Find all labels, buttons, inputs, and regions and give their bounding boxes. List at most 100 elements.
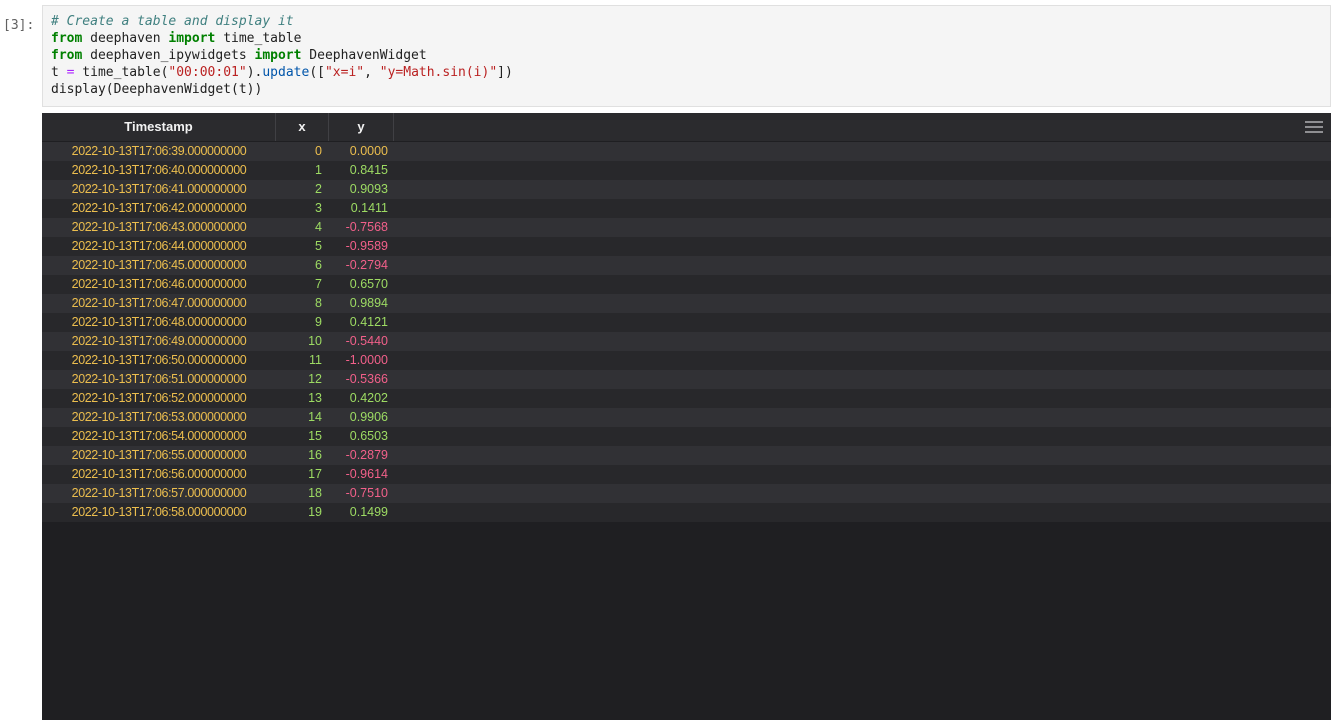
- cell-timestamp[interactable]: 2022-10-13T17:06:43.000000000: [42, 218, 276, 237]
- code-cell[interactable]: # Create a table and display itfrom deep…: [42, 5, 1331, 107]
- table-row[interactable]: 2022-10-13T17:06:56.00000000017-0.9614: [42, 465, 1331, 484]
- cell-x[interactable]: 1: [276, 161, 329, 180]
- cell-timestamp[interactable]: 2022-10-13T17:06:39.000000000: [42, 142, 276, 161]
- cell-x[interactable]: 16: [276, 446, 329, 465]
- table-row[interactable]: 2022-10-13T17:06:41.00000000020.9093: [42, 180, 1331, 199]
- cell-y[interactable]: 0.1499: [329, 503, 394, 522]
- column-header-timestamp[interactable]: Timestamp: [42, 113, 276, 141]
- cell-y[interactable]: -0.7568: [329, 218, 394, 237]
- code-token-plain: ).: [247, 65, 263, 80]
- cell-timestamp[interactable]: 2022-10-13T17:06:42.000000000: [42, 199, 276, 218]
- cell-y[interactable]: 0.9093: [329, 180, 394, 199]
- code-token-plain: ([: [309, 65, 325, 80]
- cell-timestamp[interactable]: 2022-10-13T17:06:45.000000000: [42, 256, 276, 275]
- cell-execution-prompt: [3]:: [3, 17, 34, 34]
- cell-y[interactable]: -0.7510: [329, 484, 394, 503]
- cell-y[interactable]: -1.0000: [329, 351, 394, 370]
- cell-x[interactable]: 4: [276, 218, 329, 237]
- cell-x[interactable]: 3: [276, 199, 329, 218]
- cell-timestamp[interactable]: 2022-10-13T17:06:51.000000000: [42, 370, 276, 389]
- cell-y[interactable]: 0.0000: [329, 142, 394, 161]
- cell-y[interactable]: 0.9894: [329, 294, 394, 313]
- cell-x[interactable]: 14: [276, 408, 329, 427]
- cell-y[interactable]: 0.4202: [329, 389, 394, 408]
- cell-y[interactable]: 0.1411: [329, 199, 394, 218]
- cell-x[interactable]: 18: [276, 484, 329, 503]
- code-line: # Create a table and display it: [51, 13, 1322, 30]
- code-editor[interactable]: # Create a table and display itfrom deep…: [51, 13, 1322, 98]
- cell-x[interactable]: 6: [276, 256, 329, 275]
- code-token-plain: t: [51, 65, 67, 80]
- table-row[interactable]: 2022-10-13T17:06:50.00000000011-1.0000: [42, 351, 1331, 370]
- code-line: display(DeephavenWidget(t)): [51, 81, 1322, 98]
- cell-timestamp[interactable]: 2022-10-13T17:06:55.000000000: [42, 446, 276, 465]
- cell-y[interactable]: 0.9906: [329, 408, 394, 427]
- cell-timestamp[interactable]: 2022-10-13T17:06:49.000000000: [42, 332, 276, 351]
- cell-y[interactable]: 0.6503: [329, 427, 394, 446]
- cell-y[interactable]: -0.2879: [329, 446, 394, 465]
- cell-y[interactable]: -0.5440: [329, 332, 394, 351]
- code-token-keyword: import: [168, 31, 215, 46]
- cell-x[interactable]: 7: [276, 275, 329, 294]
- cell-timestamp[interactable]: 2022-10-13T17:06:50.000000000: [42, 351, 276, 370]
- column-header-y[interactable]: y: [329, 113, 394, 141]
- cell-timestamp[interactable]: 2022-10-13T17:06:46.000000000: [42, 275, 276, 294]
- table-row[interactable]: 2022-10-13T17:06:55.00000000016-0.2879: [42, 446, 1331, 465]
- cell-x[interactable]: 15: [276, 427, 329, 446]
- table-row[interactable]: 2022-10-13T17:06:40.00000000010.8415: [42, 161, 1331, 180]
- code-token-string: "x=i": [325, 65, 364, 80]
- cell-timestamp[interactable]: 2022-10-13T17:06:58.000000000: [42, 503, 276, 522]
- table-row[interactable]: 2022-10-13T17:06:54.000000000150.6503: [42, 427, 1331, 446]
- code-token-string: "y=Math.sin(i)": [380, 65, 497, 80]
- cell-x[interactable]: 9: [276, 313, 329, 332]
- cell-x[interactable]: 19: [276, 503, 329, 522]
- table-row[interactable]: 2022-10-13T17:06:46.00000000070.6570: [42, 275, 1331, 294]
- cell-x[interactable]: 12: [276, 370, 329, 389]
- deephaven-table-widget: Timestampxy 2022-10-13T17:06:39.00000000…: [42, 113, 1331, 720]
- grid-header-columns: Timestampxy: [42, 113, 394, 141]
- cell-x[interactable]: 17: [276, 465, 329, 484]
- table-row[interactable]: 2022-10-13T17:06:47.00000000080.9894: [42, 294, 1331, 313]
- column-header-x[interactable]: x: [276, 113, 329, 141]
- cell-timestamp[interactable]: 2022-10-13T17:06:44.000000000: [42, 237, 276, 256]
- cell-y[interactable]: -0.9614: [329, 465, 394, 484]
- cell-x[interactable]: 13: [276, 389, 329, 408]
- table-row[interactable]: 2022-10-13T17:06:51.00000000012-0.5366: [42, 370, 1331, 389]
- cell-timestamp[interactable]: 2022-10-13T17:06:54.000000000: [42, 427, 276, 446]
- grid-body: 2022-10-13T17:06:39.00000000000.00002022…: [42, 142, 1331, 522]
- cell-x[interactable]: 0: [276, 142, 329, 161]
- code-line: from deephaven import time_table: [51, 30, 1322, 47]
- cell-x[interactable]: 2: [276, 180, 329, 199]
- table-menu-button[interactable]: [1305, 118, 1325, 136]
- table-row[interactable]: 2022-10-13T17:06:52.000000000130.4202: [42, 389, 1331, 408]
- cell-y[interactable]: 0.4121: [329, 313, 394, 332]
- table-row[interactable]: 2022-10-13T17:06:49.00000000010-0.5440: [42, 332, 1331, 351]
- cell-x[interactable]: 5: [276, 237, 329, 256]
- cell-y[interactable]: 0.8415: [329, 161, 394, 180]
- cell-y[interactable]: -0.2794: [329, 256, 394, 275]
- cell-y[interactable]: 0.6570: [329, 275, 394, 294]
- table-row[interactable]: 2022-10-13T17:06:45.0000000006-0.2794: [42, 256, 1331, 275]
- table-row[interactable]: 2022-10-13T17:06:57.00000000018-0.7510: [42, 484, 1331, 503]
- cell-timestamp[interactable]: 2022-10-13T17:06:40.000000000: [42, 161, 276, 180]
- cell-timestamp[interactable]: 2022-10-13T17:06:56.000000000: [42, 465, 276, 484]
- table-row[interactable]: 2022-10-13T17:06:39.00000000000.0000: [42, 142, 1331, 161]
- cell-x[interactable]: 8: [276, 294, 329, 313]
- cell-timestamp[interactable]: 2022-10-13T17:06:41.000000000: [42, 180, 276, 199]
- table-row[interactable]: 2022-10-13T17:06:42.00000000030.1411: [42, 199, 1331, 218]
- table-row[interactable]: 2022-10-13T17:06:53.000000000140.9906: [42, 408, 1331, 427]
- cell-timestamp[interactable]: 2022-10-13T17:06:53.000000000: [42, 408, 276, 427]
- table-row[interactable]: 2022-10-13T17:06:44.0000000005-0.9589: [42, 237, 1331, 256]
- cell-x[interactable]: 11: [276, 351, 329, 370]
- cell-timestamp[interactable]: 2022-10-13T17:06:57.000000000: [42, 484, 276, 503]
- cell-timestamp[interactable]: 2022-10-13T17:06:48.000000000: [42, 313, 276, 332]
- table-row[interactable]: 2022-10-13T17:06:48.00000000090.4121: [42, 313, 1331, 332]
- table-row[interactable]: 2022-10-13T17:06:43.0000000004-0.7568: [42, 218, 1331, 237]
- cell-timestamp[interactable]: 2022-10-13T17:06:52.000000000: [42, 389, 276, 408]
- table-row[interactable]: 2022-10-13T17:06:58.000000000190.1499: [42, 503, 1331, 522]
- cell-y[interactable]: -0.9589: [329, 237, 394, 256]
- cell-y[interactable]: -0.5366: [329, 370, 394, 389]
- cell-x[interactable]: 10: [276, 332, 329, 351]
- code-token-plain: DeephavenWidget: [301, 48, 426, 63]
- cell-timestamp[interactable]: 2022-10-13T17:06:47.000000000: [42, 294, 276, 313]
